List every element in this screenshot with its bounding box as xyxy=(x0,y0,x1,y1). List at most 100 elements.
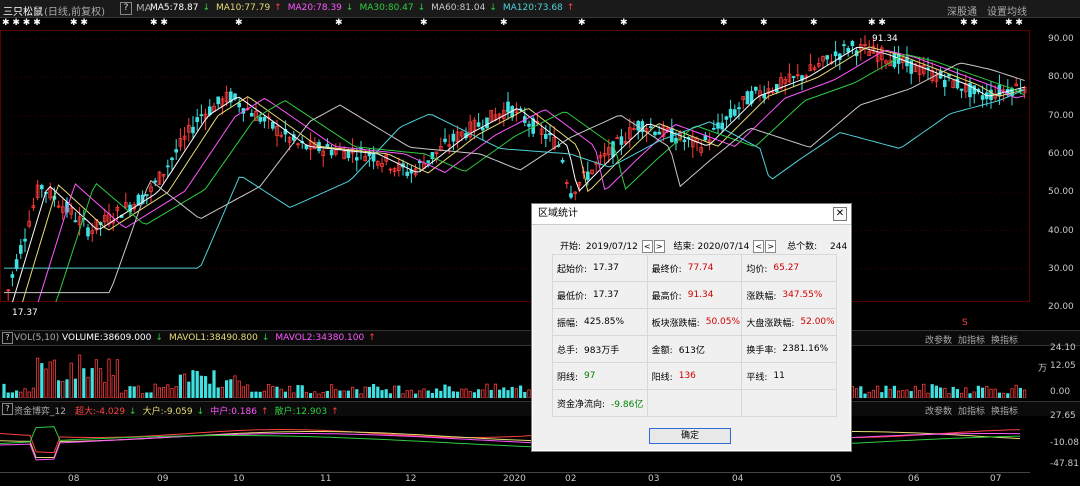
volume-bar xyxy=(262,390,267,398)
volume-bar xyxy=(191,370,195,398)
price-tick-label: 50.00 xyxy=(1048,187,1074,198)
stats-cell: 阳线: 136 xyxy=(646,363,742,389)
volume-bar xyxy=(103,382,107,398)
volume-bar xyxy=(901,390,905,398)
volume-bar xyxy=(187,381,191,398)
volume-bar xyxy=(476,389,481,398)
volume-bar xyxy=(233,375,237,398)
volume-bar xyxy=(1010,388,1014,398)
date-tick-label: 2020 xyxy=(503,474,526,484)
volume-bar xyxy=(1023,389,1027,398)
volume-bar xyxy=(371,384,376,398)
start-prev-icon[interactable]: < xyxy=(641,240,653,253)
trend-arrow-icon: ↓ xyxy=(202,3,210,13)
volume-bar xyxy=(166,384,170,398)
trend-arrow-icon: ↓ xyxy=(417,3,426,13)
trend-arrow-icon: ↑ xyxy=(566,3,575,13)
volume-bar xyxy=(161,387,166,398)
volume-bar xyxy=(409,389,414,398)
ma-settings-button[interactable]: 设置均线 xyxy=(987,3,1027,18)
ma-item: MA5:78.87 xyxy=(150,3,199,13)
capital-help-icon[interactable]: ? xyxy=(2,403,13,415)
volume-bar xyxy=(418,390,422,398)
volume-bar xyxy=(451,391,456,398)
start-next-icon[interactable]: > xyxy=(653,240,665,253)
volume-bar xyxy=(132,386,136,398)
volume-bar xyxy=(178,374,182,398)
volume-bar xyxy=(434,388,439,398)
price-tick-label: 90.00 xyxy=(1048,34,1074,44)
volume-bar xyxy=(241,386,245,398)
volume-bar xyxy=(985,385,989,398)
volume-bar xyxy=(250,391,254,398)
stats-cell: 总手: 983万手 xyxy=(552,336,647,362)
price-markers: 91.34 17.37 xyxy=(0,30,1030,318)
ok-button[interactable]: 确定 xyxy=(649,428,731,444)
volume-bar xyxy=(922,383,926,398)
trend-arrow-icon: ↑ xyxy=(368,333,376,343)
volume-bar xyxy=(23,388,27,398)
volume-bar xyxy=(279,388,283,398)
trend-arrow-icon: ↓ xyxy=(489,3,497,13)
volume-bar xyxy=(350,386,355,398)
volume-bar xyxy=(140,393,145,398)
volume-bar xyxy=(455,391,460,398)
volume-bar xyxy=(976,385,981,398)
stats-value: 2381.16% xyxy=(782,344,829,354)
stats-cell: 涨跌幅: 347.55% xyxy=(741,282,838,308)
volume-help-icon[interactable]: ? xyxy=(2,332,13,344)
stats-label: 阴线: xyxy=(557,372,579,383)
volume-bar xyxy=(497,389,502,398)
help-icon[interactable]: ? xyxy=(120,2,132,15)
volume-bar xyxy=(888,388,892,398)
stats-label: 大盘涨跌幅: xyxy=(746,318,795,329)
volume-bar xyxy=(342,390,346,398)
volume-bar xyxy=(82,368,86,398)
volume-bar xyxy=(951,386,955,398)
price-tick-label: 20.00 xyxy=(1048,302,1074,313)
volume-bar xyxy=(485,383,489,398)
volume-bar xyxy=(52,359,57,398)
stats-value: 347.55% xyxy=(782,290,823,300)
volume-bar xyxy=(346,390,351,398)
stats-row: 资金净流向: -9.86亿 xyxy=(552,389,838,417)
date-tick-label: 08 xyxy=(68,474,80,484)
volume-bar xyxy=(136,385,140,398)
stats-row: 振幅: 425.85% 板块涨跌幅: 50.05% 大盘涨跌幅: 52.00% xyxy=(552,308,838,335)
volume-bar xyxy=(300,385,304,398)
region-stats-dialog: 区域统计 ✕ 开始: 2019/07/12 < > 结束: 2020/07/14 … xyxy=(531,203,852,452)
volume-bar xyxy=(296,385,300,398)
stats-value: 65.27 xyxy=(773,263,800,273)
volume-bar xyxy=(993,388,997,398)
volume-item: MAVOL1:38490.800 xyxy=(168,333,258,343)
volume-bar xyxy=(859,386,863,398)
close-icon[interactable]: ✕ xyxy=(833,207,847,221)
date-tick-label: 07 xyxy=(990,474,1002,484)
volume-bar xyxy=(430,393,435,398)
volume-bar xyxy=(90,368,94,398)
volume-bar xyxy=(203,376,208,398)
capital-flow-chart[interactable] xyxy=(0,416,1030,471)
volume-bar xyxy=(216,387,220,398)
volume-bar xyxy=(170,388,174,398)
shenzhen-connect-link[interactable]: 深股通 xyxy=(947,3,977,18)
price-tick-label: 40.00 xyxy=(1048,225,1074,236)
volume-bar xyxy=(968,393,972,398)
volume-bar xyxy=(208,383,212,398)
end-label: 结束: xyxy=(673,242,695,252)
date-tick-label: 09 xyxy=(157,474,169,484)
end-next-icon[interactable]: > xyxy=(765,240,777,253)
volume-bar xyxy=(275,386,279,398)
volume-bar xyxy=(863,393,867,398)
volume-bar xyxy=(363,386,367,398)
stats-cell: 金额: 613亿 xyxy=(646,336,742,362)
volume-bar xyxy=(10,392,14,398)
end-prev-icon[interactable]: < xyxy=(753,240,765,253)
volume-chart[interactable] xyxy=(0,345,1030,398)
stats-cell: 板块涨跌幅: 50.05% xyxy=(646,309,742,335)
date-tick-label: 05 xyxy=(830,474,842,484)
capital-axis: 27.65 -10.08 -47.81 xyxy=(1050,411,1080,469)
stats-cell: 平线: 11 xyxy=(741,363,838,389)
count-label: 总个数: xyxy=(787,242,818,252)
volume-bar xyxy=(111,375,115,398)
